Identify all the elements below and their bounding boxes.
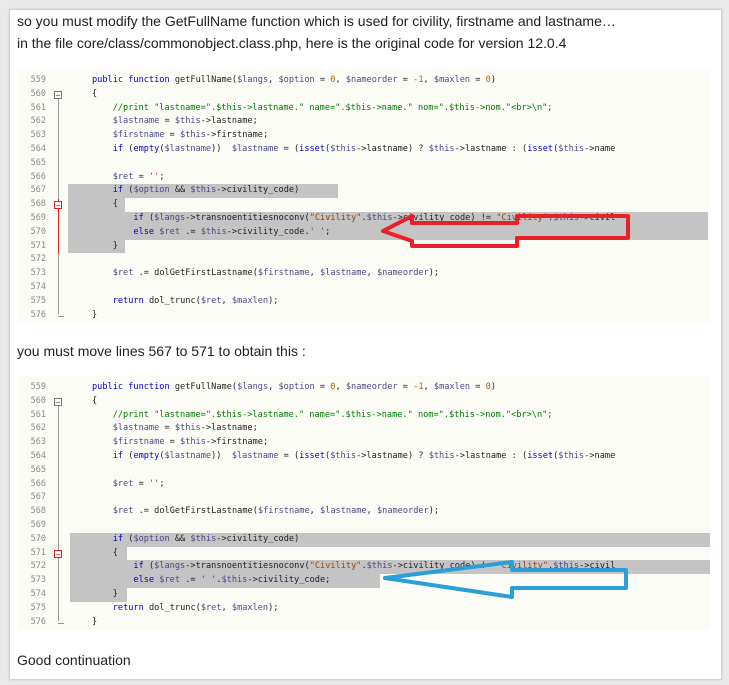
arrows-overlay [381,214,630,599]
blue-arrow-icon [383,560,628,599]
red-arrow-icon [381,214,630,248]
